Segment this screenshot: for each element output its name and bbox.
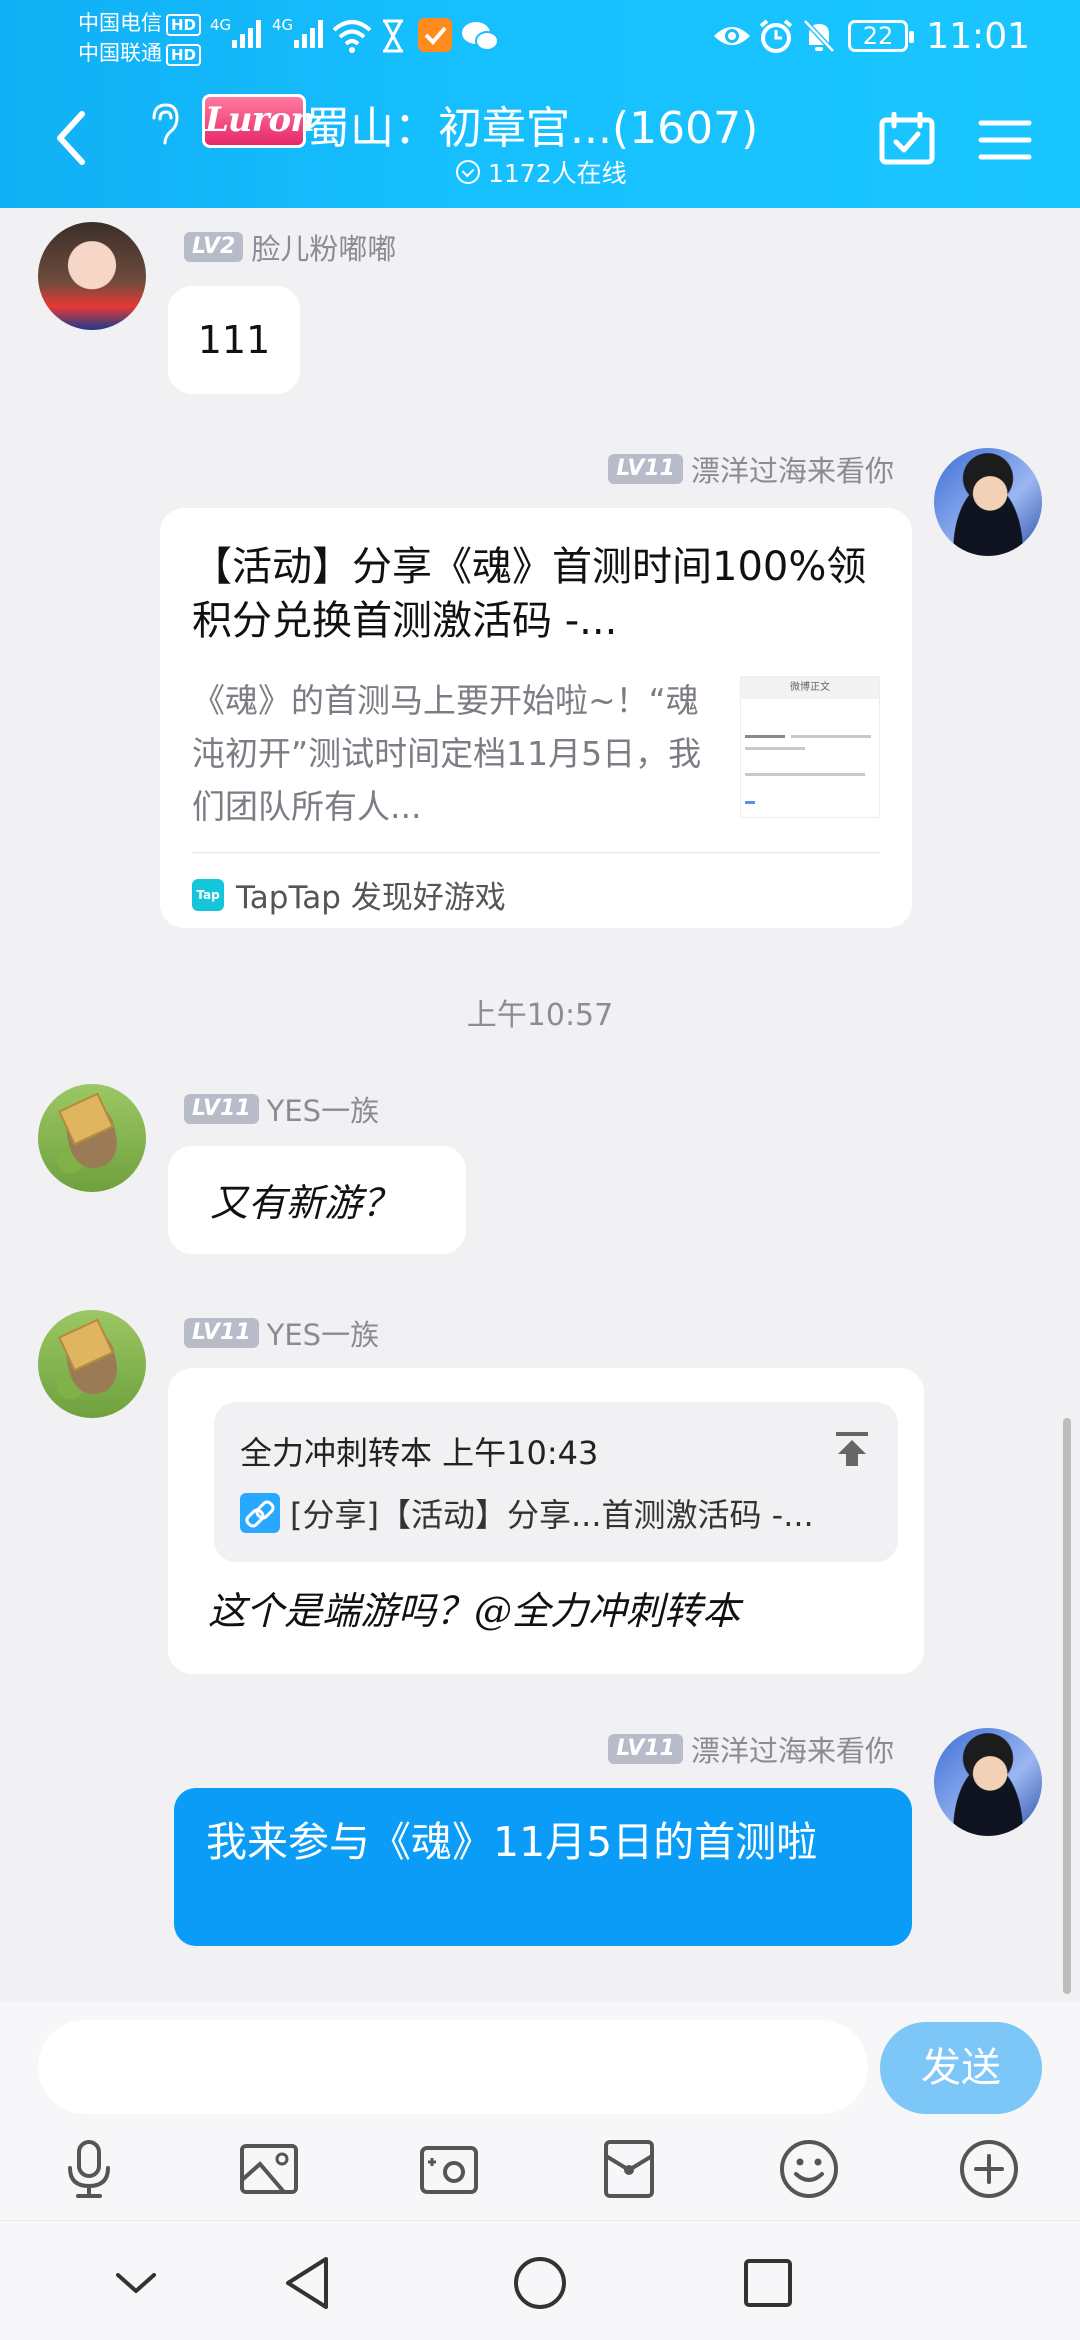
taptap-icon: Tap: [192, 878, 224, 911]
quoted-message[interactable]: 全力冲刺转本 上午10:43 [分享]【活动】分享...首测激活码 -...: [214, 1402, 898, 1562]
reply-message-bubble[interactable]: 全力冲刺转本 上午10:43 [分享]【活动】分享...首测激活码 -... 这…: [168, 1368, 924, 1674]
message-bubble[interactable]: 又有新游？: [168, 1146, 466, 1254]
sender-name: LV11 YES一族: [184, 1088, 379, 1130]
jump-to-top-icon[interactable]: [832, 1430, 872, 1470]
group-title[interactable]: 蜀山：初章官...(1607): [306, 92, 758, 156]
online-count[interactable]: 1172人在线: [456, 154, 627, 190]
system-navigation-bar: [0, 2220, 1080, 2340]
level-badge: LV2: [184, 232, 244, 262]
avatar[interactable]: [934, 1728, 1042, 1836]
avatar[interactable]: [38, 222, 146, 330]
message-bubble[interactable]: 111: [168, 286, 300, 394]
camera-icon[interactable]: [418, 2138, 480, 2200]
sender-name: LV11 漂洋过海来看你: [608, 1728, 894, 1770]
own-message-bubble[interactable]: 我来参与《魂》11月5日的首测啦: [174, 1788, 912, 1946]
wifi-icon: [332, 20, 372, 53]
red-packet-icon[interactable]: [598, 2138, 660, 2200]
sender-name-label: 脸儿粉嘟嘟: [251, 232, 397, 266]
card-source: Tap TapTap 发现好游戏: [192, 872, 506, 917]
ear-mode-icon[interactable]: [146, 102, 180, 146]
carrier-2: 中国联通: [78, 41, 162, 65]
nav-back-icon[interactable]: [278, 2253, 338, 2313]
level-badge: LV11: [608, 454, 683, 484]
carrier-info: 中国电信 HD 中国联通 HD: [78, 8, 202, 68]
hd-badge: HD: [166, 44, 202, 66]
sender-name-label: YES一族: [266, 1318, 380, 1352]
card-title: 【活动】分享《魂》首测时间100%领积分兑换首测激活码 -...: [192, 544, 867, 644]
network-type: 4G: [210, 16, 232, 34]
carrier-1: 中国电信: [78, 11, 162, 35]
link-icon: [240, 1493, 280, 1533]
status-time: 11:01: [926, 16, 1030, 57]
card-divider: [192, 852, 880, 853]
quoted-content: [分享]【活动】分享...首测激活码 -...: [240, 1490, 814, 1536]
chat-header: 中国电信 HD 中国联通 HD 4G 4G 22 11:01 Luron 蜀山：…: [0, 0, 1080, 208]
app-notification-icon: [418, 18, 452, 52]
level-badge: LV11: [608, 1734, 683, 1764]
nav-recents-icon[interactable]: [738, 2253, 798, 2313]
chat-scrollbar[interactable]: [1063, 1418, 1071, 1994]
avatar[interactable]: [38, 1084, 146, 1192]
online-check-icon: [456, 160, 480, 184]
calendar-check-button[interactable]: [878, 112, 936, 166]
plus-icon[interactable]: [958, 2138, 1020, 2200]
card-thumbnail: 微博正文: [740, 676, 880, 818]
menu-button[interactable]: [978, 118, 1032, 162]
card-description: 《魂》的首测马上要开始啦~！“魂沌初开”测试时间定档11月5日，我们团队所有人.…: [192, 681, 702, 826]
sender-name-label: 漂洋过海来看你: [690, 1734, 894, 1768]
wechat-icon: [462, 22, 499, 51]
message-text: 我来参与《魂》11月5日的首测啦: [206, 1818, 818, 1866]
online-count-label: 1172人在线: [488, 159, 627, 188]
level-badge: LV11: [184, 1318, 259, 1348]
alarm-icon: [759, 19, 793, 53]
hourglass-icon: [383, 19, 403, 53]
avatar[interactable]: [934, 448, 1042, 556]
microphone-icon[interactable]: [58, 2138, 120, 2200]
sender-name: LV2 脸儿粉嘟嘟: [184, 226, 396, 268]
card-source-label: TapTap 发现好游戏: [236, 880, 506, 916]
message-input[interactable]: [38, 2020, 868, 2114]
message-text: 111: [197, 318, 271, 362]
eye-icon: [714, 27, 750, 45]
battery-indicator: 22: [848, 20, 914, 52]
message-text: 这个是端游吗？@全力冲刺转本: [208, 1589, 741, 1633]
sender-name: LV11 漂洋过海来看你: [608, 448, 894, 490]
group-badge-logo: Luron: [202, 94, 315, 148]
message-time-divider: 上午10:57: [466, 998, 614, 1033]
send-button[interactable]: 发送: [880, 2022, 1042, 2114]
sender-name: LV11 YES一族: [184, 1312, 379, 1354]
hd-badge: HD: [166, 14, 202, 36]
share-card[interactable]: 【活动】分享《魂》首测时间100%领积分兑换首测激活码 -... 《魂》的首测马…: [160, 508, 912, 928]
network-type: 4G: [272, 16, 294, 34]
thumbnail-header: 微博正文: [741, 677, 879, 699]
image-icon[interactable]: [238, 2138, 300, 2200]
back-button[interactable]: [52, 108, 92, 168]
mute-bell-icon: [803, 19, 835, 53]
avatar[interactable]: [38, 1310, 146, 1418]
signal-icon: [232, 18, 261, 48]
sender-name-label: 漂洋过海来看你: [690, 454, 894, 488]
emoji-icon[interactable]: [778, 2138, 840, 2200]
quoted-sender: 全力冲刺转本 上午10:43: [240, 1434, 599, 1472]
message-text: 又有新游？: [210, 1181, 401, 1225]
quoted-text: [分享]【活动】分享...首测激活码 -...: [290, 1496, 814, 1534]
signal-icon: [294, 18, 323, 48]
status-bar: 中国电信 HD 中国联通 HD 4G 4G 22 11:01: [0, 0, 1080, 72]
sender-name-label: YES一族: [266, 1094, 380, 1128]
hide-keyboard-icon[interactable]: [106, 2253, 166, 2313]
nav-home-icon[interactable]: [510, 2253, 570, 2313]
level-badge: LV11: [184, 1094, 259, 1124]
